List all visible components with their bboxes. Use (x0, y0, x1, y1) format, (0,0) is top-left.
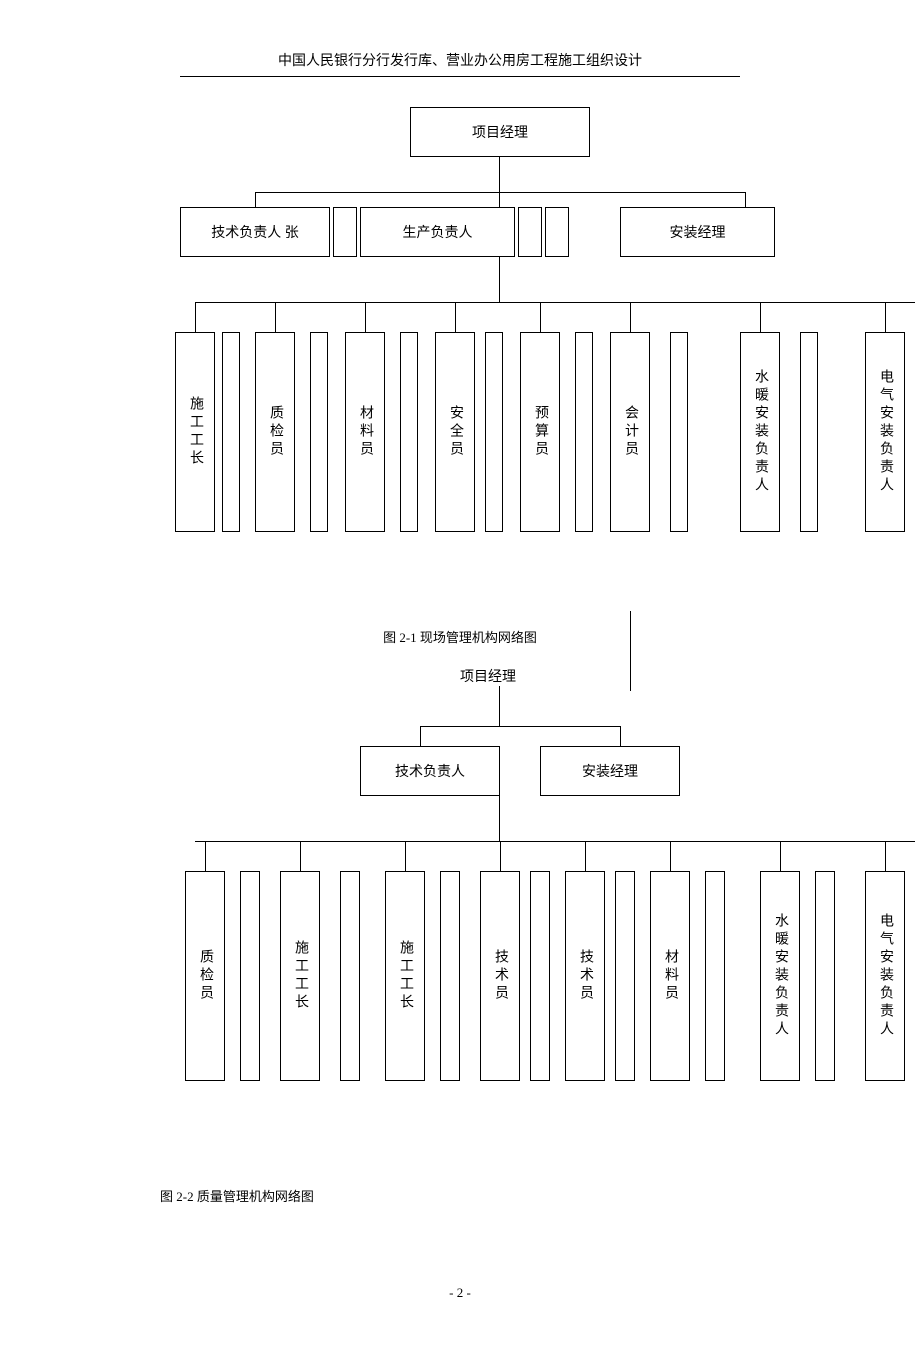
chart2-bgap-1 (240, 871, 260, 1081)
chart2-bottom-7: 电气安装负责人 (865, 871, 905, 1081)
chart2-bottom-2: 施工工长 (385, 871, 425, 1081)
chart2-bottom-3: 技术员 (480, 871, 520, 1081)
chart2-bottom-4: 技术员 (565, 871, 605, 1081)
chart1-mid-1: 生产负责人 (360, 207, 515, 257)
chart1-mid-0: 技术负责人 张 (180, 207, 330, 257)
chart1-bottom-3: 安全员 (435, 332, 475, 532)
chart2-bottom-6: 水暖安装负责人 (760, 871, 800, 1081)
org-chart-1: 项目经理 技术负责人 张 生产负责人 安装经理 施工工长 质检员 材料员 安全员… (40, 107, 880, 607)
chart2-bgap-7 (815, 871, 835, 1081)
chart1-bgap-7 (800, 332, 818, 532)
chart1-mid-2: 安装经理 (620, 207, 775, 257)
chart2-bgap-2 (340, 871, 360, 1081)
chart2-bottom-5: 材料员 (650, 871, 690, 1081)
chart2-caption: 图 2-2 质量管理机构网络图 (160, 1186, 880, 1205)
page-number: - 2 - (40, 1285, 880, 1301)
chart1-bottom-1: 质检员 (255, 332, 295, 532)
chart1-mid-gap1 (333, 207, 357, 257)
chart1-bgap-5 (575, 332, 593, 532)
chart1-mid-gap3 (545, 207, 569, 257)
chart1-top: 项目经理 (410, 107, 590, 157)
chart1-bgap-6 (670, 332, 688, 532)
page-header: 中国人民银行分行发行库、营业办公用房工程施工组织设计 (180, 50, 740, 77)
chart1-bgap-4 (485, 332, 503, 532)
chart1-bgap-1 (222, 332, 240, 532)
chart1-bottom-7: 电气安装负责人 (865, 332, 905, 532)
chart1-mid-gap2 (518, 207, 542, 257)
chart2-bgap-4 (530, 871, 550, 1081)
chart1-bottom-2: 材料员 (345, 332, 385, 532)
chart2-bgap-3 (440, 871, 460, 1081)
chart2-mid-1: 安装经理 (540, 746, 680, 796)
chart1-bottom-6: 水暖安装负责人 (740, 332, 780, 532)
chart2-top: 项目经理 (460, 666, 516, 686)
chart2-mid-0: 技术负责人 (360, 746, 500, 796)
chart1-bottom-0: 施工工长 (175, 332, 215, 532)
chart2-bgap-6 (705, 871, 725, 1081)
chart1-bgap-3 (400, 332, 418, 532)
chart1-caption: 图 2-1 现场管理机构网络图 (40, 627, 880, 646)
org-chart-2: 项目经理 技术负责人 安装经理 质检员 施工工长 施工工长 技术员 技术员 材料… (40, 666, 880, 1166)
chart1-bgap-2 (310, 332, 328, 532)
chart2-bgap-5 (615, 871, 635, 1081)
chart2-bottom-1: 施工工长 (280, 871, 320, 1081)
chart1-bottom-4: 预算员 (520, 332, 560, 532)
chart2-bottom-0: 质检员 (185, 871, 225, 1081)
chart1-bottom-5: 会计员 (610, 332, 650, 532)
